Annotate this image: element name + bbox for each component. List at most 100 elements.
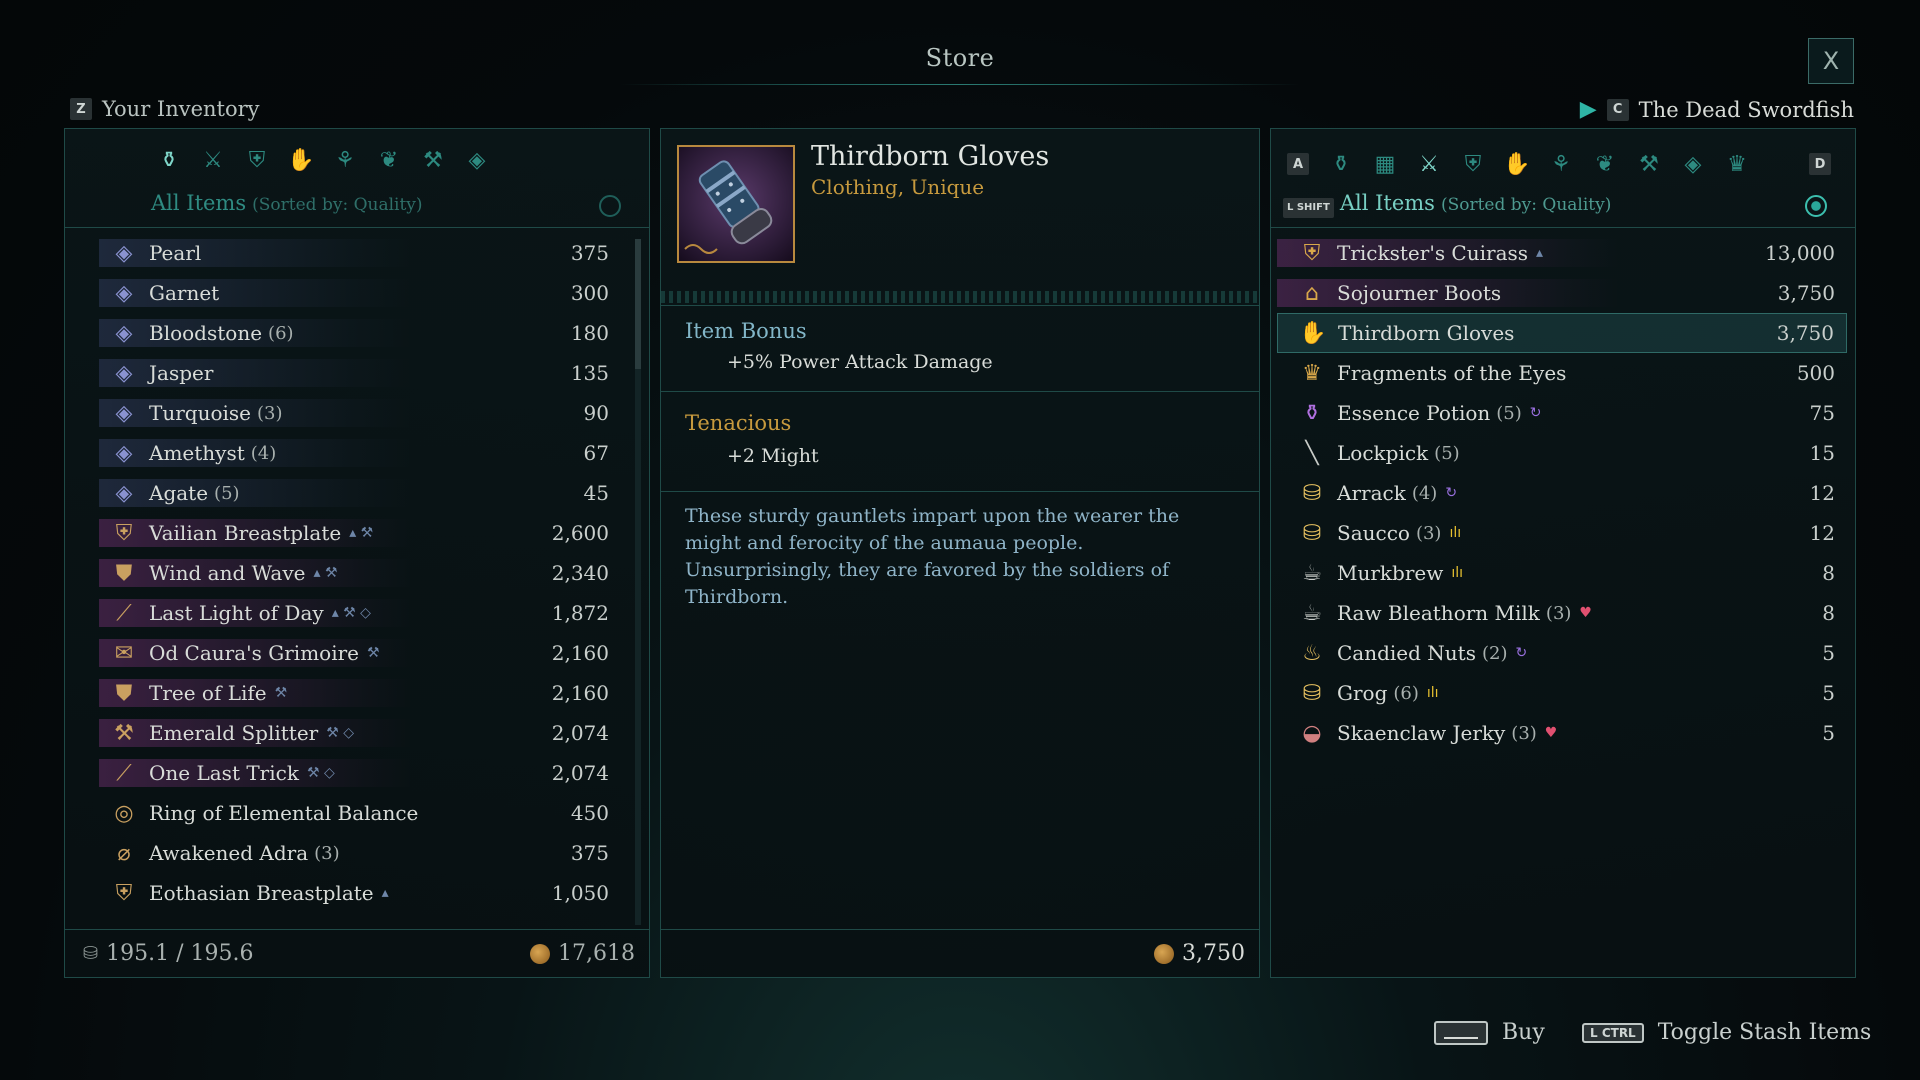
vendor-category-clothing-icon[interactable]: ✋ <box>1503 151 1530 177</box>
list-item[interactable]: ⟋ One Last Trick ⚒ ◇ 2,074 <box>99 753 621 793</box>
vendor-prev-category-key[interactable]: A <box>1287 153 1309 175</box>
item-value: 12 <box>1809 481 1835 505</box>
gem-icon: ◈ <box>115 440 133 466</box>
inventory-category-weapons-icon[interactable]: ⚔ <box>200 147 226 173</box>
item-value: 2,074 <box>551 761 609 785</box>
list-item[interactable]: ⚒ Emerald Splitter ⚒ ◇ 2,074 <box>99 713 621 753</box>
drink-icon: ⛁ <box>1302 480 1322 506</box>
list-item[interactable]: ⛨ Trickster's Cuirass ▴ 13,000 <box>1277 233 1847 273</box>
rarity-band <box>99 399 413 427</box>
item-value: 8 <box>1822 601 1835 625</box>
vendor-category-weapons-icon[interactable]: ⚔ <box>1416 151 1442 177</box>
list-item[interactable]: ◎ Ring of Elemental Balance 450 <box>99 793 621 833</box>
list-item[interactable]: ◈ Jasper 135 <box>99 353 621 393</box>
vendor-category-accessories-icon[interactable]: ⚘ <box>1548 151 1574 177</box>
inventory-scrollbar[interactable] <box>635 239 641 925</box>
list-item[interactable]: ♨ Candied Nuts (2) ↻ 5 <box>1277 633 1847 673</box>
rarity-band <box>99 279 413 307</box>
item-value: 1,050 <box>551 881 609 905</box>
glove-icon: ✋ <box>1299 320 1327 346</box>
item-name: Skaenclaw Jerky <box>1337 721 1506 745</box>
spacebar-key-icon <box>1434 1020 1488 1045</box>
food-icon: ♨ <box>1302 640 1322 666</box>
item-tag-icons: ⚒ ◇ <box>326 725 354 741</box>
item-name: Turquoise <box>149 401 252 425</box>
inventory-title: Your Inventory <box>102 97 260 121</box>
store-title: Store <box>925 44 995 72</box>
list-item[interactable]: ◈⟋Last Light of Day▴ ⚒ ◇1,872 <box>99 593 621 633</box>
list-item[interactable]: ♛ Fragments of the Eyes 500 <box>1277 353 1847 393</box>
inventory-filter[interactable]: All Items (Sorted by: Quality) <box>151 191 423 215</box>
vendor-category-stash-icon[interactable]: ▦ <box>1372 151 1398 177</box>
rarity-band <box>99 479 413 507</box>
list-item[interactable]: ◈⛨Vailian Breastplate▴ ⚒2,600 <box>99 513 621 553</box>
inventory-category-armor-icon[interactable]: ⛨ <box>244 147 270 173</box>
inventory-category-gems-icon[interactable]: ◈ <box>464 147 490 173</box>
inventory-category-crafting-icon[interactable]: ⚒ <box>420 147 446 173</box>
item-value: 5 <box>1822 641 1835 665</box>
item-tag-icons: ♥ <box>1544 725 1558 741</box>
list-item[interactable]: ◈ Garnet 300 <box>99 273 621 313</box>
inventory-scroll-thumb[interactable] <box>635 239 641 369</box>
inventory-category-consumables-icon[interactable]: ❦ <box>376 147 402 173</box>
vendor-category-gems-icon[interactable]: ◈ <box>1680 151 1706 177</box>
item-name: Raw Bleathorn Milk <box>1337 601 1540 625</box>
price-coin-icon <box>1154 943 1175 964</box>
vendor-header-divider <box>1271 227 1855 228</box>
list-item[interactable]: ╲ Lockpick (5) 15 <box>1277 433 1847 473</box>
inventory-category-accessories-icon[interactable]: ⚘ <box>332 147 358 173</box>
inventory-panel: ⚱ ⚔ ⛨ ✋ ⚘ ❦ ⚒ ◈ All Items (Sorted by: Quality) … <box>64 128 650 978</box>
inventory-category-bag-icon[interactable]: ⚱ <box>156 147 182 173</box>
list-item[interactable]: ⛨ Eothasian Breastplate ▴ 1,050 <box>99 873 621 913</box>
vendor-filter-key: L SHIFT <box>1283 197 1334 218</box>
vendor-filter[interactable]: L SHIFT All Items (Sorted by: Quality) <box>1283 191 1611 218</box>
list-item[interactable]: ◈⛊Wind and Wave▴ ⚒2,340 <box>99 553 621 593</box>
item-price-value: 3,750 <box>1182 941 1245 966</box>
inventory-category-clothing-icon[interactable]: ✋ <box>287 147 314 173</box>
vendor-category-armor-icon[interactable]: ⛨ <box>1460 151 1486 177</box>
gem-icon: ◈ <box>115 400 133 426</box>
item-bonus-value: +5% Power Attack Damage <box>727 351 993 373</box>
list-item[interactable]: ◈ Turquoise (3) 90 <box>99 393 621 433</box>
vendor-category-bar: ⚱ ▦ ⚔ ⛨ ✋ ⚘ ❦ ⚒ ◈ ♛ <box>1319 151 1759 177</box>
buy-hint[interactable]: Buy <box>1434 1020 1545 1045</box>
item-name: Sojourner Boots <box>1337 281 1502 305</box>
list-item[interactable]: ☕ Raw Bleathorn Milk (3) ♥ 8 <box>1277 593 1847 633</box>
list-item[interactable]: ⚱ Essence Potion (5) ↻ 75 <box>1277 393 1847 433</box>
vendor-category-crown-icon[interactable]: ♛ <box>1724 151 1750 177</box>
item-name: Saucco <box>1337 521 1410 545</box>
list-item[interactable]: ◈ Agate (5) 45 <box>99 473 621 513</box>
toggle-stash-hint[interactable]: L CTRL Toggle Stash Items <box>1582 1020 1871 1045</box>
vendor-filter-toggle-icon[interactable] <box>1805 195 1827 217</box>
list-item[interactable]: ◈ Bloodstone (6) 180 <box>99 313 621 353</box>
item-value: 90 <box>583 401 609 425</box>
list-item[interactable]: ✉ Od Caura's Grimoire ⚒ 2,160 <box>99 633 621 673</box>
list-item[interactable]: ⛊ Tree of Life ⚒ 2,160 <box>99 673 621 713</box>
item-value: 75 <box>1809 401 1835 425</box>
cup-icon: ☕ <box>1302 560 1322 586</box>
vendor-category-consumables-icon[interactable]: ❦ <box>1592 151 1618 177</box>
list-item[interactable]: ◈ Amethyst (4) 67 <box>99 433 621 473</box>
vendor-category-crafting-icon[interactable]: ⚒ <box>1636 151 1662 177</box>
vendor-next-category-key[interactable]: D <box>1809 153 1831 175</box>
list-item[interactable]: ☕ Murkbrew ılı 8 <box>1277 553 1847 593</box>
list-item[interactable]: ⛁ Grog (6) ılı 5 <box>1277 673 1847 713</box>
item-name: One Last Trick <box>149 761 299 785</box>
list-item[interactable]: ◈ Pearl 375 <box>99 233 621 273</box>
item-tag-icons: ⚒ ◇ <box>306 765 335 781</box>
gem-icon: ◈ <box>115 360 133 386</box>
close-button[interactable]: X <box>1808 38 1854 84</box>
list-item[interactable]: ⌂ Sojourner Boots 3,750 <box>1277 273 1847 313</box>
lockpick-icon: ╲ <box>1305 440 1319 466</box>
vendor-category-bag-icon[interactable]: ⚱ <box>1328 151 1354 177</box>
list-item[interactable]: ⛁ Arrack (4) ↻ 12 <box>1277 473 1847 513</box>
list-item[interactable]: ⌀ Awakened Adra (3) 375 <box>99 833 621 873</box>
inventory-filter-toggle-icon[interactable] <box>599 195 621 217</box>
list-item[interactable]: ✋ Thirdborn Gloves 3,750 <box>1277 313 1847 353</box>
inventory-money: 17,618 <box>530 941 635 966</box>
item-value: 450 <box>570 801 609 825</box>
item-name: Agate <box>149 481 209 505</box>
list-item[interactable]: ⛁ Saucco (3) ılı 12 <box>1277 513 1847 553</box>
list-item[interactable]: ◒ Skaenclaw Jerky (3) ♥ 5 <box>1277 713 1847 753</box>
detail-divider-2 <box>661 391 1259 392</box>
